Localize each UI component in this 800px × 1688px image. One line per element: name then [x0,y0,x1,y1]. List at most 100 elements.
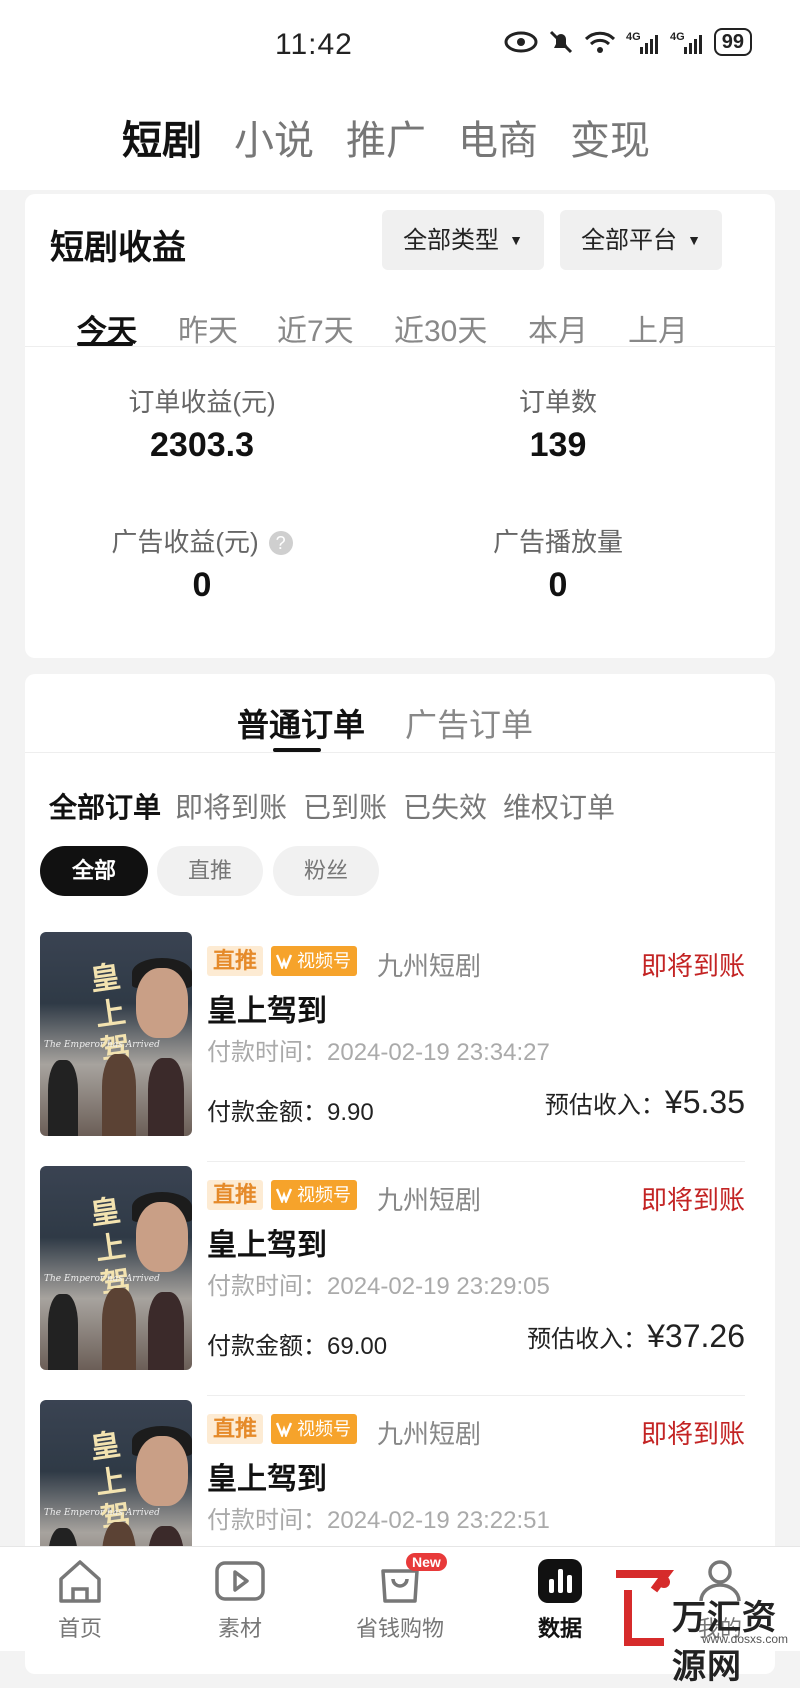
status-tab-received[interactable]: 已到账 [303,786,387,826]
period-this-month[interactable]: 本月 [528,306,588,350]
type-filter-dropdown[interactable]: 全部类型 ▼ [382,210,544,270]
signal-4g-icon-2: 4G [670,31,702,54]
tab-xiaoshuo[interactable]: 小说 [234,108,314,166]
order-status: 即将到账 [640,951,745,981]
tab-tuiguang[interactable]: 推广 [346,108,426,166]
signal-4g-icon: 4G [626,31,658,54]
svg-text:4G: 4G [626,31,641,43]
platform-label: 视频号 [297,1419,351,1439]
estimated-income-value: ¥37.26 [647,1318,745,1354]
mute-bell-icon [549,30,572,54]
platform-filter-label: 全部平台 [581,227,678,254]
order-item[interactable]: 皇上驾到 The Emperor has Arrived 直推 视频号 九州短剧… [25,932,775,1162]
watermark-logo-icon [616,1570,674,1646]
ad-plays-label: 广告播放量 [492,527,623,557]
payment-time-value: 2024-02-19 23:29:05 [327,1273,550,1300]
source-name: 九州短剧 [377,1185,482,1215]
direct-tag: 直推 [207,946,264,976]
ad-income-label-wrap: 广告收益(元)? [52,522,352,559]
order-count-label: 订单数 [518,387,597,417]
ad-income-value: 0 [192,566,212,604]
payment-time-label: 付款时间： [207,1507,327,1534]
platform-label: 视频号 [297,1185,351,1205]
nav-home-label: 首页 [57,1616,102,1641]
poster-subtitle: The Emperor has Arrived [44,1274,160,1284]
status-bar: 11:42 4G 4G 99 [0,0,800,90]
channels-icon [275,954,293,969]
chip-fans[interactable]: 粉丝 [273,846,379,896]
type-filter-label: 全部类型 [403,227,500,254]
channels-tag: 视频号 [271,946,357,976]
battery-indicator: 99 [713,28,752,56]
divider [25,346,775,347]
ad-income-label: 广告收益(元) [111,527,259,557]
nav-data[interactable]: 数据 [500,1557,620,1643]
payment-time: 付款时间：2024-02-19 23:34:27 [207,1032,550,1067]
order-count-value: 139 [529,426,587,464]
channels-icon [275,1422,293,1437]
nav-materials-label: 素材 [217,1616,262,1641]
nav-shopping-label: 省钱购物 [355,1616,444,1641]
poster-subtitle: The Emperor has Arrived [44,1508,160,1518]
clock: 11:42 [275,28,353,61]
help-icon[interactable]: ? [268,531,293,555]
chip-direct[interactable]: 直推 [157,846,263,896]
ad-plays-value: 0 [548,566,568,604]
order-status: 即将到账 [640,1419,745,1449]
tab-bianxian[interactable]: 变现 [570,108,650,166]
status-tab-all[interactable]: 全部订单 [49,786,161,826]
order-title: 皇上驾到 [207,1463,327,1496]
period-last-month[interactable]: 上月 [628,306,688,350]
watermark-url: www.dosxs.com [702,1632,789,1646]
payment-amount-value: 9.90 [327,1099,374,1126]
data-chart-icon [538,1559,582,1603]
tab-dianshang[interactable]: 电商 [458,108,538,166]
chip-all[interactable]: 全部 [40,846,148,896]
payment-time-label: 付款时间： [207,1039,327,1066]
period-30days[interactable]: 近30天 [394,306,487,350]
nav-home[interactable]: 首页 [20,1557,140,1643]
poster-subtitle: The Emperor has Arrived [44,1040,160,1050]
caret-down-icon: ▼ [509,232,523,248]
status-icons: 4G 4G 99 [504,28,752,56]
status-tab-invalid[interactable]: 已失效 [403,786,487,826]
earnings-title: 短剧收益 [50,229,186,267]
status-tab-pending[interactable]: 即将到账 [175,786,287,826]
nav-materials[interactable]: 素材 [180,1557,300,1643]
platform-filter-dropdown[interactable]: 全部平台 ▼ [560,210,722,270]
estimated-income: 预估收入：¥37.26 [527,1318,745,1355]
period-yesterday[interactable]: 昨天 [178,306,238,350]
tab-ad-orders[interactable]: 广告订单 [405,700,533,746]
tab-normal-orders[interactable]: 普通订单 [237,700,365,746]
estimated-income-value: ¥5.35 [664,1084,745,1120]
home-icon [59,1560,101,1603]
direct-tag: 直推 [207,1414,264,1444]
direct-tag: 直推 [207,1180,264,1210]
tab-duanju[interactable]: 短剧 [122,108,202,166]
order-item[interactable]: 皇上驾到 The Emperor has Arrived 直推 视频号 九州短剧… [25,1166,775,1396]
order-income-label: 订单收益(元) [128,387,276,417]
payment-amount-label: 付款金额： [207,1099,327,1126]
divider [25,752,775,753]
estimated-income-label: 预估收入： [527,1326,648,1353]
eye-icon [504,31,538,53]
svg-text:4G: 4G [670,31,685,43]
payment-time: 付款时间：2024-02-19 23:22:51 [207,1500,550,1535]
payment-amount-label: 付款金额： [207,1333,327,1360]
channels-tag: 视频号 [271,1180,357,1210]
source-name: 九州短剧 [377,1419,482,1449]
orders-card: 普通订单 广告订单 全部订单 即将到账 已到账 已失效 维权订单 全部 直推 粉… [25,674,775,1674]
order-income-value: 2303.3 [150,426,254,464]
estimated-income-label: 预估收入： [544,1092,665,1119]
row-divider [207,1161,745,1162]
estimated-income: 预估收入：¥5.35 [545,1084,745,1121]
nav-data-label: 数据 [537,1616,582,1641]
channels-icon [275,1188,293,1203]
period-7days[interactable]: 近7天 [277,306,354,350]
order-title: 皇上驾到 [207,995,327,1028]
nav-shopping[interactable]: New 省钱购物 [340,1553,460,1643]
row-divider [207,1395,745,1396]
status-tab-rights[interactable]: 维权订单 [503,786,615,826]
wifi-icon [584,31,615,53]
payment-amount-value: 69.00 [327,1333,388,1360]
